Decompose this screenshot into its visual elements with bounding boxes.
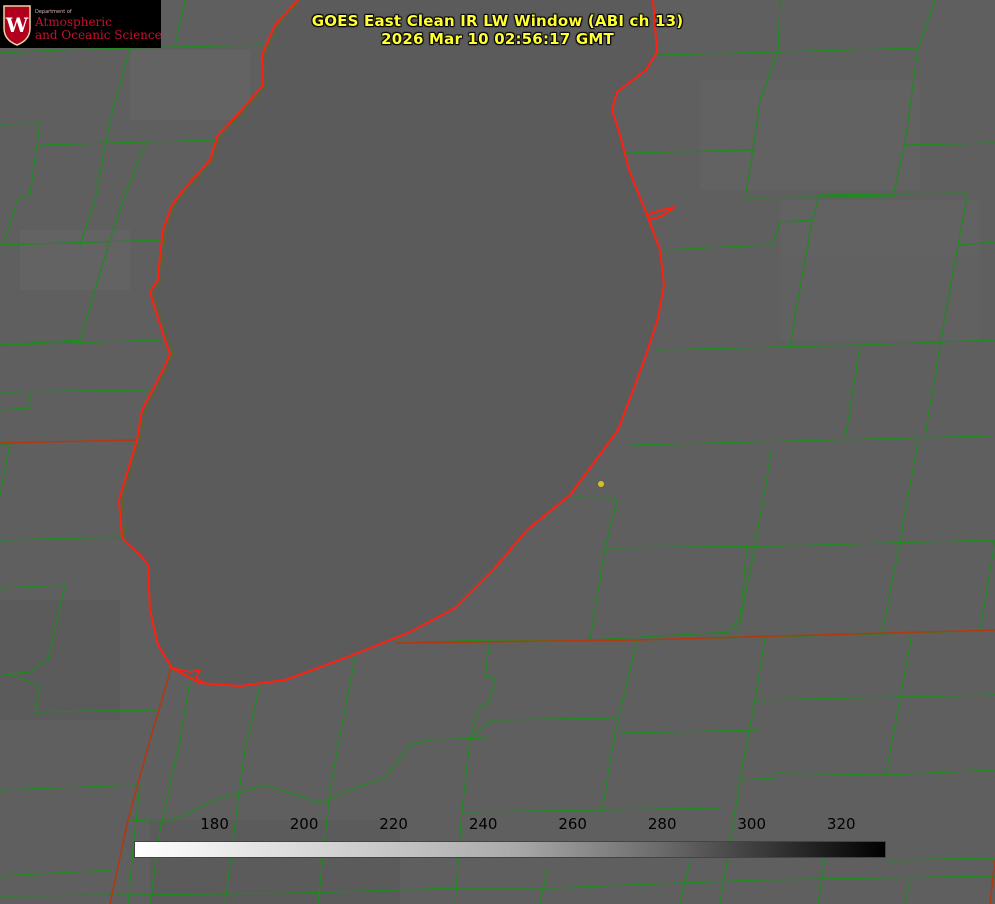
colorbar-tick-180: 180 <box>200 815 229 833</box>
satellite-image-view: W Department of Atmospheric and Oceanic … <box>0 0 995 904</box>
map-canvas <box>0 0 995 904</box>
image-title: GOES East Clean IR LW Window (ABI ch 13) <box>311 12 684 30</box>
colorbar-tick-200: 200 <box>289 815 319 833</box>
colorbar-tick-320: 320 <box>826 815 856 833</box>
colorbar-tick-280: 280 <box>647 815 677 833</box>
colorbar-tick-260: 260 <box>558 815 587 833</box>
colorbar-tick-300: 300 <box>737 815 767 833</box>
location-marker <box>598 481 604 487</box>
shoreline-inlet <box>645 206 676 221</box>
temperature-colorbar <box>134 841 886 858</box>
colorbar-tick-240: 240 <box>468 815 498 833</box>
image-timestamp: 2026 Mar 10 02:56:17 GMT <box>381 30 614 48</box>
colorbar-tick-220: 220 <box>379 815 408 833</box>
